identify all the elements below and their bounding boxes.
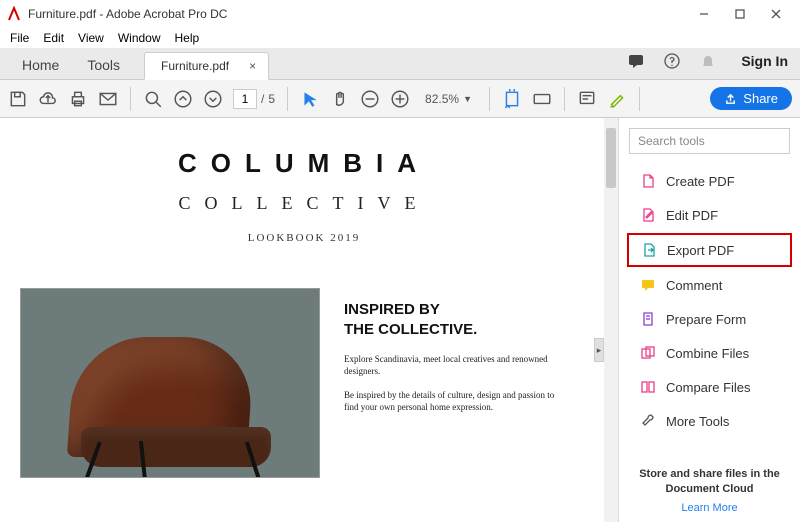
hand-icon[interactable] bbox=[330, 89, 350, 109]
tool-label: Comment bbox=[666, 278, 722, 293]
page-total: 5 bbox=[268, 92, 275, 106]
promo-line-1: Store and share files in the bbox=[633, 467, 786, 481]
menu-file[interactable]: File bbox=[10, 31, 29, 45]
combine-files-icon bbox=[640, 345, 656, 361]
save-icon[interactable] bbox=[8, 89, 28, 109]
tool-prepare-form[interactable]: Prepare Form bbox=[627, 303, 792, 335]
bell-icon[interactable] bbox=[699, 52, 717, 70]
panel-collapse-toggle[interactable]: ▸ bbox=[594, 338, 604, 362]
close-button[interactable] bbox=[758, 0, 794, 28]
scrollbar-thumb[interactable] bbox=[606, 128, 616, 188]
page-current-input[interactable] bbox=[233, 89, 257, 109]
vertical-scrollbar[interactable] bbox=[604, 118, 618, 522]
tools-panel: Search tools Create PDF Edit PDF Export … bbox=[618, 118, 800, 522]
promo-line-2: Document Cloud bbox=[633, 482, 786, 496]
tool-combine-files[interactable]: Combine Files bbox=[627, 337, 792, 369]
tool-label: Edit PDF bbox=[666, 208, 718, 223]
maximize-button[interactable] bbox=[722, 0, 758, 28]
share-button[interactable]: Share bbox=[710, 87, 792, 110]
window-title: Furniture.pdf - Adobe Acrobat Pro DC bbox=[28, 7, 686, 21]
page-sep: / bbox=[261, 92, 264, 106]
prepare-form-icon bbox=[640, 311, 656, 327]
zoom-in-icon[interactable] bbox=[390, 89, 410, 109]
comment-icon bbox=[640, 277, 656, 293]
tool-edit-pdf[interactable]: Edit PDF bbox=[627, 199, 792, 231]
learn-more-link[interactable]: Learn More bbox=[633, 502, 786, 514]
document-tab[interactable]: Furniture.pdf × bbox=[144, 52, 269, 80]
document-page: COLUMBIA COLLECTIVE LOOKBOOK 2019 INSPIR… bbox=[0, 118, 618, 478]
tool-label: Export PDF bbox=[667, 243, 734, 258]
tool-label: Compare Files bbox=[666, 380, 751, 395]
page-up-icon[interactable] bbox=[173, 89, 193, 109]
edit-pdf-icon bbox=[640, 207, 656, 223]
tool-label: Create PDF bbox=[666, 174, 735, 189]
toolbar: / 5 82.5% ▼ Share bbox=[0, 80, 800, 118]
search-placeholder: Search tools bbox=[638, 134, 705, 148]
share-label: Share bbox=[743, 91, 778, 106]
document-tab-label: Furniture.pdf bbox=[161, 59, 229, 73]
tool-comment[interactable]: Comment bbox=[627, 269, 792, 301]
print-icon[interactable] bbox=[68, 89, 88, 109]
mail-icon[interactable] bbox=[98, 89, 118, 109]
acrobat-icon bbox=[6, 6, 22, 22]
tool-export-pdf[interactable]: Export PDF bbox=[627, 233, 792, 267]
menu-window[interactable]: Window bbox=[118, 31, 161, 45]
top-strip: Home Tools Furniture.pdf × Sign In bbox=[0, 48, 800, 80]
minimize-button[interactable] bbox=[686, 0, 722, 28]
fit-width-icon[interactable] bbox=[502, 89, 522, 109]
doc-hero-image bbox=[20, 288, 320, 478]
note-icon[interactable] bbox=[577, 89, 597, 109]
search-tools-input[interactable]: Search tools bbox=[629, 128, 790, 154]
page-down-icon[interactable] bbox=[203, 89, 223, 109]
chevron-down-icon: ▼ bbox=[463, 94, 472, 104]
nav-tools[interactable]: Tools bbox=[73, 51, 134, 79]
doc-brand-title: COLUMBIA bbox=[20, 148, 588, 179]
doc-para-1: Explore Scandinavia, meet local creative… bbox=[344, 353, 564, 377]
compare-files-icon bbox=[640, 379, 656, 395]
sign-in-button[interactable]: Sign In bbox=[741, 53, 788, 69]
window-titlebar: Furniture.pdf - Adobe Acrobat Pro DC bbox=[0, 0, 800, 28]
create-pdf-icon bbox=[640, 173, 656, 189]
page-indicator: / 5 bbox=[233, 89, 275, 109]
pointer-icon[interactable] bbox=[300, 89, 320, 109]
tool-label: Combine Files bbox=[666, 346, 749, 361]
doc-para-2: Be inspired by the details of culture, d… bbox=[344, 389, 564, 413]
export-pdf-icon bbox=[641, 242, 657, 258]
nav-home[interactable]: Home bbox=[8, 51, 73, 79]
tool-create-pdf[interactable]: Create PDF bbox=[627, 165, 792, 197]
cloud-promo: Store and share files in the Document Cl… bbox=[619, 457, 800, 522]
help-icon[interactable] bbox=[663, 52, 681, 70]
menu-help[interactable]: Help bbox=[175, 31, 200, 45]
doc-headline-1: INSPIRED BY bbox=[344, 300, 564, 320]
doc-brand-subtitle: COLLECTIVE bbox=[20, 193, 588, 214]
menu-bar: File Edit View Window Help bbox=[0, 28, 800, 48]
workspace: COLUMBIA COLLECTIVE LOOKBOOK 2019 INSPIR… bbox=[0, 118, 800, 522]
keyboard-icon[interactable] bbox=[532, 89, 552, 109]
close-tab-icon[interactable]: × bbox=[249, 59, 256, 73]
tool-label: More Tools bbox=[666, 414, 729, 429]
doc-text-column: INSPIRED BY THE COLLECTIVE. Explore Scan… bbox=[344, 288, 564, 478]
search-icon[interactable] bbox=[143, 89, 163, 109]
chat-icon[interactable] bbox=[627, 52, 645, 70]
menu-edit[interactable]: Edit bbox=[43, 31, 64, 45]
zoom-select[interactable]: 82.5% ▼ bbox=[420, 89, 477, 109]
cloud-icon[interactable] bbox=[38, 89, 58, 109]
highlight-icon[interactable] bbox=[607, 89, 627, 109]
more-tools-icon bbox=[640, 413, 656, 429]
document-viewport[interactable]: COLUMBIA COLLECTIVE LOOKBOOK 2019 INSPIR… bbox=[0, 118, 618, 522]
zoom-value: 82.5% bbox=[425, 92, 459, 106]
tool-compare-files[interactable]: Compare Files bbox=[627, 371, 792, 403]
tool-label: Prepare Form bbox=[666, 312, 746, 327]
zoom-out-icon[interactable] bbox=[360, 89, 380, 109]
doc-lookbook: LOOKBOOK 2019 bbox=[20, 232, 588, 244]
tool-more-tools[interactable]: More Tools bbox=[627, 405, 792, 437]
doc-headline-2: THE COLLECTIVE. bbox=[344, 320, 564, 340]
menu-view[interactable]: View bbox=[78, 31, 104, 45]
